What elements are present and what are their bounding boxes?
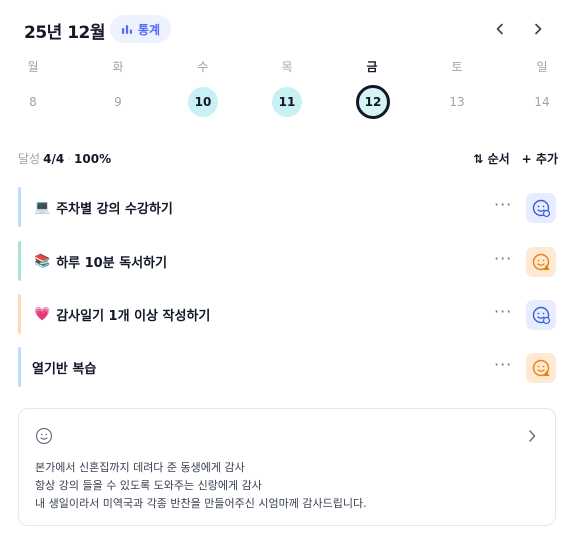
achievement-percent: 100% — [74, 151, 112, 166]
gratitude-line-1: 본가에서 신혼집까지 데려다 준 동생에게 감사 — [35, 461, 245, 474]
gratitude-line-3: 내 생일이라서 미역국과 각종 반찬을 만들어주신 시엄마께 감사드립니다. — [35, 497, 367, 510]
weekday-sun: 일 — [536, 60, 548, 74]
mood-button[interactable] — [526, 300, 556, 330]
habit-actions: ⇅ 순서 + 추가 — [473, 150, 558, 167]
mood-button[interactable] — [526, 193, 556, 223]
achievement-summary: 달성 4/4 · 100% — [18, 150, 111, 167]
date-sat[interactable]: 13 — [442, 87, 472, 117]
stats-label: 통계 — [138, 22, 161, 37]
chevron-right-icon[interactable] — [527, 429, 537, 443]
add-label: 추가 — [535, 152, 558, 166]
bar-chart-icon — [122, 25, 132, 34]
weekday-tue: 화 — [112, 60, 124, 74]
gratitude-line-2: 항상 강의 들을 수 있도록 도와주는 신랑에게 감사 — [35, 479, 262, 492]
smiley-face-icon — [532, 199, 551, 218]
weekday-fri: 금 — [366, 60, 378, 74]
gratitude-card[interactable]: 본가에서 신혼집까지 데려다 준 동생에게 감사 항상 강의 들을 수 있도록 … — [18, 408, 556, 526]
habit-title-row: 열기반 복습 — [32, 358, 96, 377]
date-fri-today[interactable]: 12 — [356, 85, 390, 119]
habit-color-bar — [18, 294, 21, 334]
habit-color-bar — [18, 347, 21, 387]
date-thu-completed[interactable]: 11 — [272, 87, 302, 117]
more-options-button[interactable]: ··· — [494, 302, 512, 321]
more-options-button[interactable]: ··· — [494, 249, 512, 268]
habit-title: 하루 10분 독서하기 — [56, 256, 168, 271]
more-options-button[interactable]: ··· — [494, 195, 512, 214]
plus-icon: + — [521, 152, 532, 166]
more-options-button[interactable]: ··· — [494, 355, 512, 374]
weekday-wed: 수 — [197, 60, 209, 74]
books-icon: 📚 — [34, 254, 51, 269]
smiley-face-warning-icon — [532, 359, 550, 377]
habit-item-reading[interactable]: 📚 하루 10분 독서하기 ··· — [18, 241, 558, 281]
sort-arrows-icon: ⇅ — [473, 152, 484, 166]
reorder-button[interactable]: ⇅ 순서 — [473, 150, 509, 167]
smiley-face-warning-icon — [532, 253, 550, 271]
prev-week-button[interactable] — [488, 16, 512, 42]
date-sun[interactable]: 14 — [527, 87, 557, 117]
chevron-right-icon — [535, 23, 542, 35]
habit-title-row: 💗 감사일기 1개 이상 작성하기 — [34, 305, 210, 324]
add-habit-button[interactable]: + 추가 — [522, 150, 558, 167]
habit-color-bar — [18, 187, 21, 227]
weekday-sat: 토 — [451, 60, 463, 74]
chevron-left-icon — [496, 23, 503, 35]
achievement-count: 4/4 — [43, 151, 65, 166]
weekday-thu: 목 — [281, 60, 293, 74]
reorder-label: 순서 — [487, 152, 510, 166]
next-week-button[interactable] — [526, 16, 550, 42]
habit-title-row: 📚 하루 10분 독서하기 — [34, 252, 167, 271]
date-mon[interactable]: 8 — [18, 87, 48, 117]
smiley-face-icon — [532, 306, 551, 325]
habit-item-lecture[interactable]: 💻 주차별 강의 수강하기 ··· — [18, 187, 558, 227]
heart-icon: 💗 — [34, 307, 51, 322]
weekday-mon: 월 — [27, 60, 39, 74]
smiley-outline-icon — [35, 427, 53, 445]
laptop-icon: 💻 — [34, 200, 51, 215]
stats-button[interactable]: 통계 — [110, 15, 172, 43]
mood-button[interactable] — [526, 247, 556, 277]
habit-title-row: 💻 주차별 강의 수강하기 — [34, 198, 173, 217]
habit-title: 감사일기 1개 이상 작성하기 — [56, 309, 211, 324]
achievement-label: 달성 — [18, 152, 41, 166]
separator-dot: · — [67, 151, 72, 166]
mood-button[interactable] — [526, 353, 556, 383]
habit-item-gratitude[interactable]: 💗 감사일기 1개 이상 작성하기 ··· — [18, 294, 558, 334]
habit-title: 열기반 복습 — [32, 362, 97, 377]
date-tue[interactable]: 9 — [103, 87, 133, 117]
month-title: 25년 12월 — [24, 23, 106, 43]
habit-title: 주차별 강의 수강하기 — [56, 202, 173, 217]
habit-item-review[interactable]: 열기반 복습 ··· — [18, 347, 558, 387]
date-wed-completed[interactable]: 10 — [188, 87, 218, 117]
habit-color-bar — [18, 241, 21, 281]
